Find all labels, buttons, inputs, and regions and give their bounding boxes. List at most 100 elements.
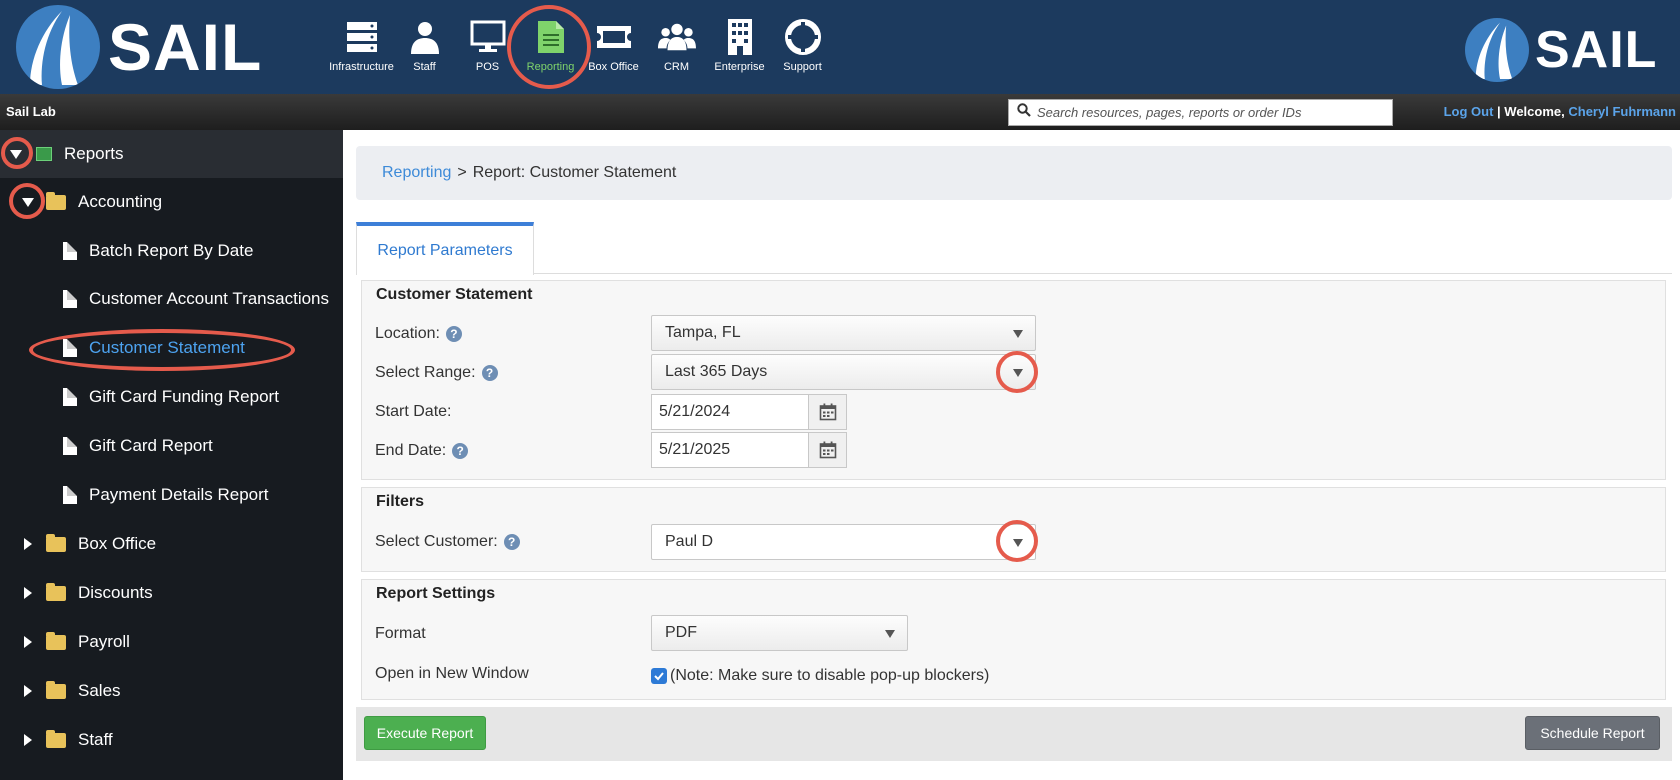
section-title: Customer Statement (376, 286, 533, 303)
collapse-arrow-icon[interactable] (22, 197, 34, 207)
range-select[interactable]: Last 365 Days (651, 354, 1036, 390)
person-icon (406, 18, 444, 56)
sidebar-item-label: Gift Card Report (89, 436, 213, 455)
nav-label: Enterprise (714, 61, 765, 73)
location-select[interactable]: Tampa, FL (651, 315, 1036, 351)
search-input[interactable] (1037, 105, 1377, 120)
expand-arrow-icon[interactable] (24, 636, 32, 648)
start-date-field (651, 394, 847, 430)
end-date-label: End Date: ? (375, 442, 469, 460)
global-search[interactable] (1008, 99, 1393, 126)
sail-logo-secondary: SAIL (1465, 18, 1657, 82)
nav-label: Infrastructure (329, 61, 394, 73)
folder-icon (46, 631, 66, 650)
action-bar: Execute Report Schedule Report (356, 707, 1672, 761)
nav-box-office[interactable]: Box Office (582, 0, 645, 94)
new-window-label-text: Open in New Window (375, 665, 529, 682)
expand-arrow-icon[interactable] (24, 734, 32, 746)
calendar-icon[interactable] (809, 432, 847, 468)
sidebar-item-gift-card-report[interactable]: Gift Card Report (0, 422, 343, 470)
schedule-report-button[interactable]: Schedule Report (1525, 716, 1660, 750)
breadcrumb-current: Report: Customer Statement (472, 164, 677, 181)
sidebar-item-reports[interactable]: Reports (0, 130, 343, 178)
nav-enterprise[interactable]: Enterprise (708, 0, 771, 94)
document-icon (63, 486, 77, 504)
logout-link[interactable]: Log Out (1444, 104, 1494, 119)
group-icon (657, 18, 696, 56)
sidebar-item-label: Discounts (78, 583, 153, 602)
report-settings-panel: Report Settings Format PDF Open in New W… (361, 579, 1666, 700)
end-date-input[interactable] (651, 432, 809, 468)
sidebar-item-discounts[interactable]: Discounts (0, 569, 343, 617)
format-select[interactable]: PDF (651, 615, 908, 651)
nav-label: Box Office (588, 61, 639, 73)
dropdown-arrow-icon (1013, 330, 1023, 338)
start-date-label: Start Date: (375, 403, 451, 421)
customer-value: Paul D (665, 533, 714, 550)
sidebar-item-label: Reports (64, 144, 124, 163)
breadcrumb: Reporting > Report: Customer Statement (356, 146, 1672, 200)
sidebar-item-batch-report-by-date[interactable]: Batch Report By Date (0, 227, 343, 275)
range-label-text: Select Range: (375, 364, 476, 381)
nav-crm[interactable]: CRM (645, 0, 708, 94)
sidebar-item-label: Batch Report By Date (89, 241, 254, 260)
customer-statement-panel: Customer Statement Location: ? Tampa, FL… (361, 280, 1666, 480)
sail-logo-text: SAIL (108, 10, 263, 84)
user-name-link[interactable]: Cheryl Fuhrmann (1568, 104, 1676, 119)
customer-label: Select Customer: ? (375, 533, 520, 551)
document-icon (63, 388, 77, 406)
expand-arrow-icon[interactable] (24, 538, 32, 550)
nav-staff[interactable]: Staff (393, 0, 456, 94)
tab-report-parameters[interactable]: Report Parameters (356, 222, 534, 275)
sidebar-item-staff[interactable]: Staff (0, 716, 343, 764)
sail-logo[interactable]: SAIL (16, 5, 262, 89)
sidebar-item-gift-card-funding-report[interactable]: Gift Card Funding Report (0, 373, 343, 421)
expand-arrow-icon[interactable] (24, 587, 32, 599)
reports-icon (36, 147, 52, 161)
breadcrumb-reporting-link[interactable]: Reporting (382, 164, 451, 182)
sidebar-item-customer-statement[interactable]: Customer Statement (0, 324, 343, 372)
format-label: Format (375, 625, 426, 643)
ticket-icon (595, 18, 633, 56)
start-date-input[interactable] (651, 394, 809, 430)
help-icon[interactable]: ? (481, 365, 498, 381)
welcome-text: Welcome, (1504, 104, 1565, 119)
sidebar-item-payroll[interactable]: Payroll (0, 618, 343, 666)
sail-logo-text: SAIL (1535, 21, 1658, 79)
sidebar-item-accounting[interactable]: Accounting (0, 178, 343, 226)
help-icon[interactable]: ? (503, 534, 520, 550)
collapse-arrow-icon[interactable] (10, 149, 22, 159)
dropdown-arrow-icon (1013, 369, 1023, 377)
sidebar-item-box-office[interactable]: Box Office (0, 520, 343, 568)
building-icon (721, 18, 759, 56)
sidebar-item-label: Box Office (78, 534, 157, 553)
nav-support[interactable]: Support (771, 0, 834, 94)
range-label: Select Range: ? (375, 364, 498, 382)
location-label-text: Location: (375, 325, 440, 342)
customer-select[interactable]: Paul D (651, 524, 1036, 560)
sail-logo-mark (1465, 18, 1529, 82)
customer-label-text: Select Customer: (375, 533, 498, 550)
nav-label: Staff (413, 61, 436, 73)
nav-label: CRM (663, 61, 690, 73)
execute-report-button[interactable]: Execute Report (364, 716, 486, 750)
calendar-icon[interactable] (809, 394, 847, 430)
server-icon (343, 18, 381, 56)
document-icon (63, 290, 77, 308)
location-label: Location: ? (375, 325, 462, 343)
help-icon[interactable]: ? (445, 326, 462, 342)
sidebar-item-customer-account-transactions[interactable]: Customer Account Transactions (0, 275, 343, 323)
expand-arrow-icon[interactable] (24, 685, 32, 697)
monitor-icon (469, 18, 507, 56)
tab-bar: Report Parameters (356, 222, 1672, 275)
sidebar-item-sales[interactable]: Sales (0, 667, 343, 715)
new-window-checkbox[interactable] (651, 668, 667, 684)
filters-panel: Filters Select Customer: ? Paul D (361, 487, 1666, 572)
sidebar-item-payment-details-report[interactable]: Payment Details Report (0, 471, 343, 519)
sidebar-item-label: Payroll (78, 632, 130, 651)
popup-note: (Note: Make sure to disable pop-up block… (670, 667, 990, 684)
new-window-label: Open in New Window (375, 665, 529, 683)
sidebar-item-label: Customer Account Transactions (89, 289, 330, 308)
nav-infrastructure[interactable]: Infrastructure (329, 0, 394, 94)
help-icon[interactable]: ? (452, 443, 469, 459)
